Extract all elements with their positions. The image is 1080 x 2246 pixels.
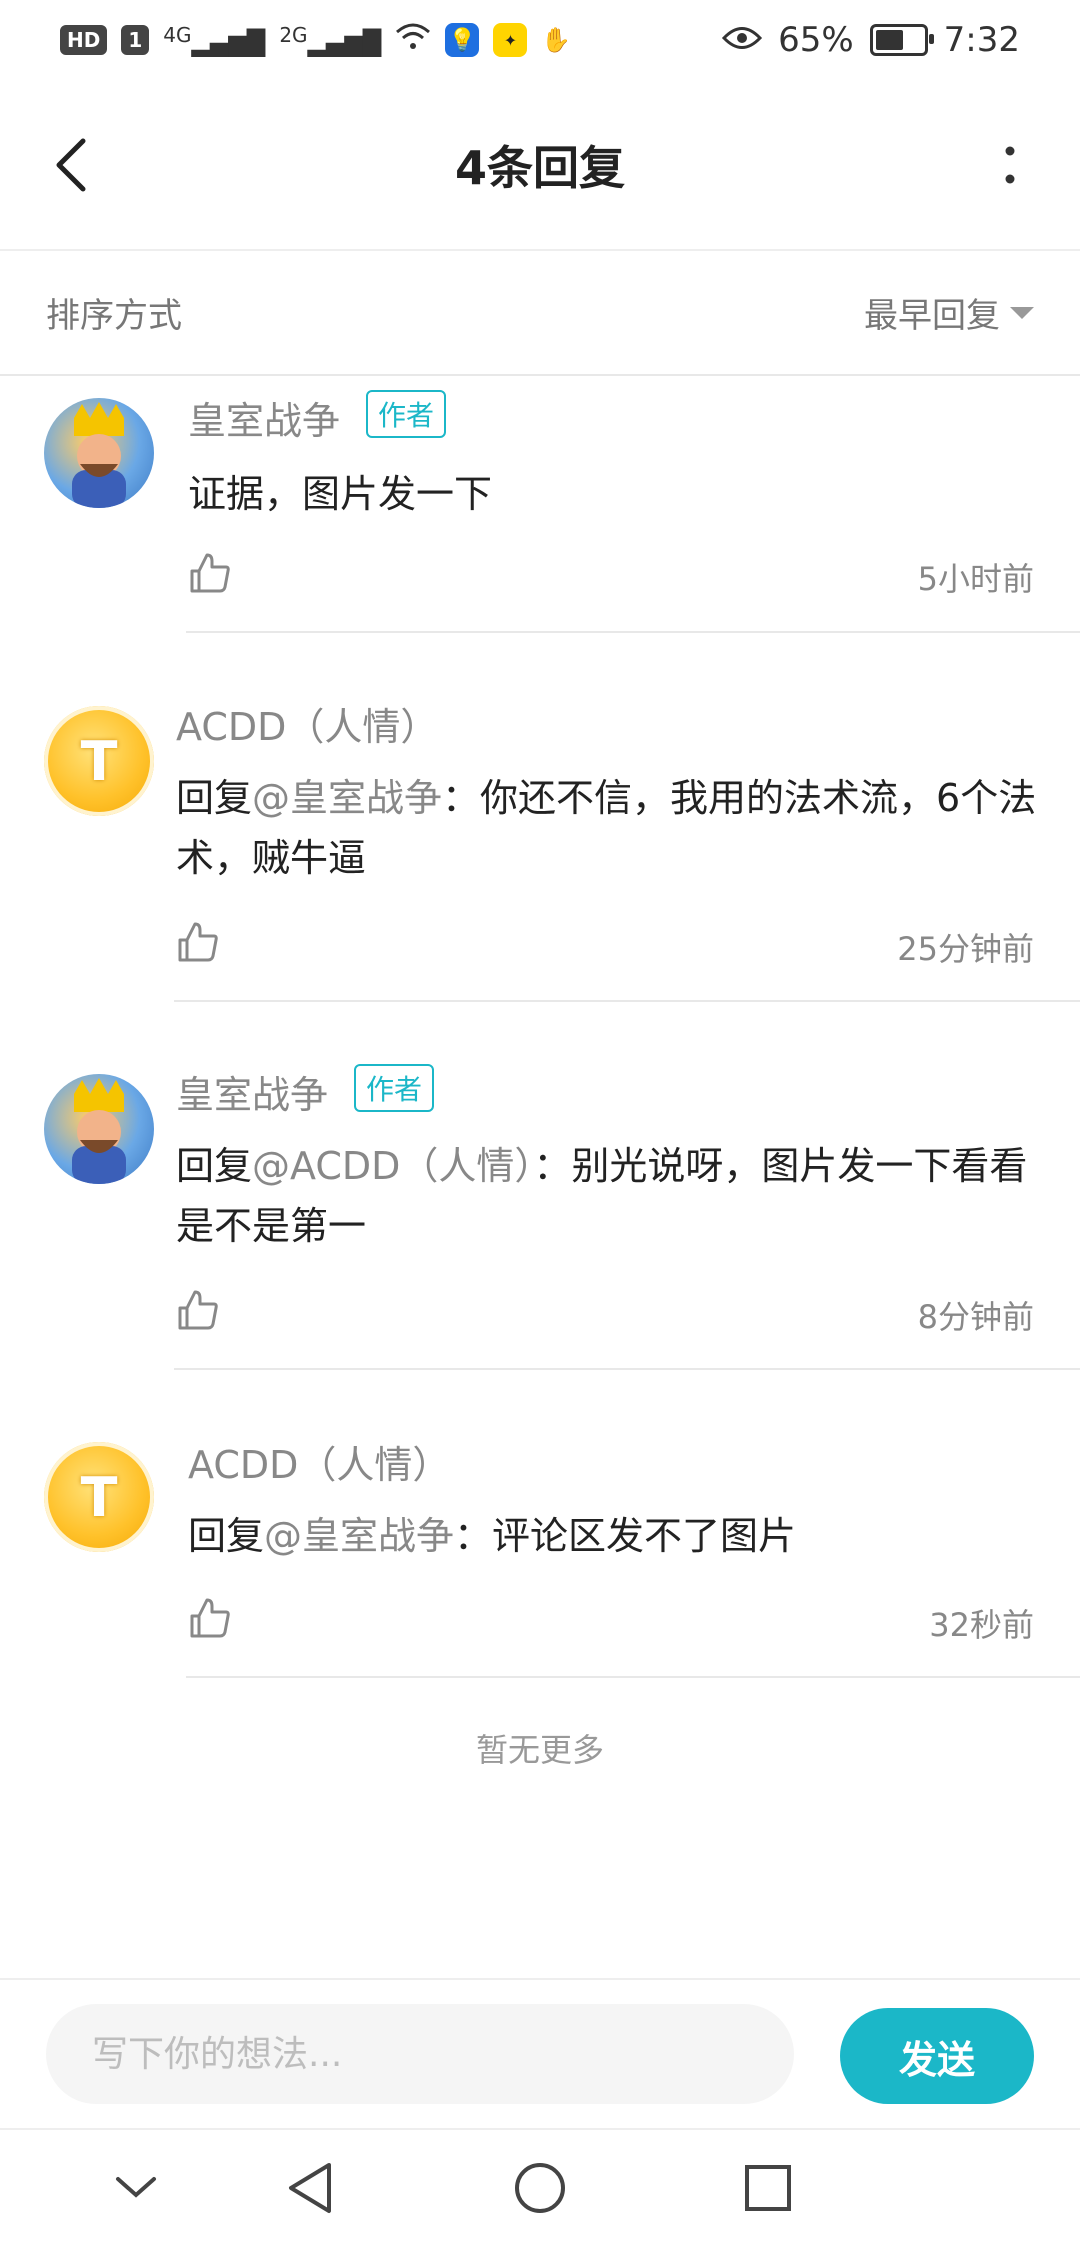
app-bulb-icon: 💡 (445, 23, 480, 57)
author-tag: 作者 (354, 1064, 435, 1112)
like-button[interactable] (188, 551, 232, 595)
reply-mention[interactable]: @皇室战争 (264, 1514, 454, 1558)
app-notification-icon: ✦ (493, 23, 528, 57)
comment-text: ：评论区发不了图片 (454, 1514, 797, 1558)
more-options-button[interactable] (990, 130, 1030, 200)
like-button[interactable] (176, 1288, 220, 1332)
avatar[interactable] (44, 398, 154, 508)
status-bar: HD 1 4G▂▄▆█ 2G▂▄▆█ 💡 ✦ ✋ 65% 7:32 (0, 0, 1080, 80)
status-bar-right: 65% 7:32 (721, 20, 1020, 60)
nav-home-button[interactable] (510, 2158, 570, 2218)
thumbs-up-icon (190, 1598, 230, 1638)
comment-content: 回复@ACDD（人情）：别光说呀，图片发一下看看是不是第一 (176, 1136, 1056, 1256)
comment-item: 皇室战争 作者 回复@ACDD（人情）：别光说呀，图片发一下看看是不是第一 8分… (0, 1002, 1080, 1370)
battery-fill (875, 30, 904, 50)
signal-4g-label: 4G (163, 23, 192, 47)
sort-label: 排序方式 (46, 296, 182, 336)
back-button[interactable] (40, 130, 100, 200)
author-name[interactable]: 皇室战争 (188, 390, 340, 445)
author-tag: 作者 (366, 390, 447, 438)
sort-value: 最早回复 (864, 296, 1000, 336)
square-recents-icon (745, 2165, 791, 2211)
triangle-back-icon (289, 2163, 331, 2213)
reply-prefix: 回复 (176, 776, 253, 820)
t-logo-icon: T (80, 729, 118, 793)
chevron-left-icon (56, 138, 86, 192)
sim-indicator: 1 (121, 25, 150, 55)
reply-mention[interactable]: @皇室战争 (252, 776, 442, 820)
eye-icon (721, 20, 763, 60)
more-vertical-icon (1005, 146, 1015, 184)
status-bar-left: HD 1 4G▂▄▆█ 2G▂▄▆█ 💡 ✦ ✋ (60, 22, 571, 58)
author-name[interactable]: 皇室战争 (176, 1064, 328, 1119)
author-name[interactable]: ACDD（人情） (176, 696, 438, 751)
comment-item: T ACDD（人情） 回复@皇室战争：你还不信，我用的法术流，6个法术，贼牛逼 … (0, 634, 1080, 1002)
comment-content: 证据，图片发一下 (188, 464, 1068, 524)
comment-divider (186, 631, 1080, 633)
circle-home-icon (515, 2163, 565, 2213)
nav-recents-button[interactable] (738, 2158, 798, 2218)
king-avatar-icon (72, 1078, 126, 1184)
system-nav-bar (0, 2128, 1080, 2246)
clock: 7:32 (943, 20, 1020, 60)
comment-time: 32秒前 (929, 1606, 1034, 1644)
comment-divider (186, 1676, 1080, 1678)
hd-indicator: HD (60, 25, 108, 55)
reply-input[interactable] (46, 2004, 794, 2104)
signal-2g-icon: 2G▂▄▆█ (279, 23, 382, 57)
nav-hide-button[interactable] (106, 2158, 166, 2218)
app-header: 4条回复 (0, 80, 1080, 250)
comment-item: 皇室战争 作者 证据，图片发一下 5小时前 (0, 378, 1080, 633)
no-more-indicator: 暂无更多 (475, 1731, 604, 1769)
like-button[interactable] (188, 1596, 232, 1640)
comment-time: 25分钟前 (897, 930, 1034, 968)
comment-time: 5小时前 (917, 560, 1034, 598)
avatar[interactable] (44, 1074, 154, 1184)
thumbs-up-icon (190, 553, 230, 593)
comment-content: 回复@皇室战争：评论区发不了图片 (188, 1506, 1068, 1566)
battery-percent: 65% (778, 20, 854, 60)
avatar[interactable]: T (44, 706, 154, 816)
wifi-icon (395, 22, 431, 58)
battery-icon (869, 24, 934, 56)
sort-bar: 排序方式 最早回复 (0, 251, 1080, 376)
nav-back-button[interactable] (280, 2158, 340, 2218)
page-title: 4条回复 (454, 141, 625, 195)
reply-prefix: 回复 (176, 1144, 253, 1188)
send-button[interactable]: 发送 (840, 2008, 1034, 2104)
comment-item: T ACDD（人情） 回复@皇室战争：评论区发不了图片 32秒前 (0, 1370, 1080, 1678)
thumbs-up-icon (178, 922, 218, 962)
hand-icon: ✋ (541, 26, 572, 54)
like-button[interactable] (176, 920, 220, 964)
sort-dropdown[interactable]: 最早回复 (864, 288, 1034, 337)
author-name[interactable]: ACDD（人情） (188, 1434, 450, 1489)
signal-4g-icon: 4G▂▄▆█ (163, 23, 266, 57)
comment-time: 8分钟前 (917, 1298, 1034, 1336)
t-logo-icon: T (80, 1465, 118, 1529)
reply-prefix: 回复 (188, 1514, 265, 1558)
avatar[interactable]: T (44, 1442, 154, 1552)
chevron-down-icon (116, 2177, 156, 2198)
dropdown-arrow-icon (1010, 306, 1034, 319)
comment-content: 回复@皇室战争：你还不信，我用的法术流，6个法术，贼牛逼 (176, 768, 1056, 888)
comment-text: 证据，图片发一下 (188, 472, 493, 516)
reply-mention[interactable]: @ACDD（人情） (252, 1144, 533, 1188)
king-avatar-icon (72, 402, 126, 508)
reply-input-bar: 发送 (0, 1978, 1080, 2130)
thumbs-up-icon (178, 1290, 218, 1330)
signal-2g-label: 2G (279, 23, 308, 47)
